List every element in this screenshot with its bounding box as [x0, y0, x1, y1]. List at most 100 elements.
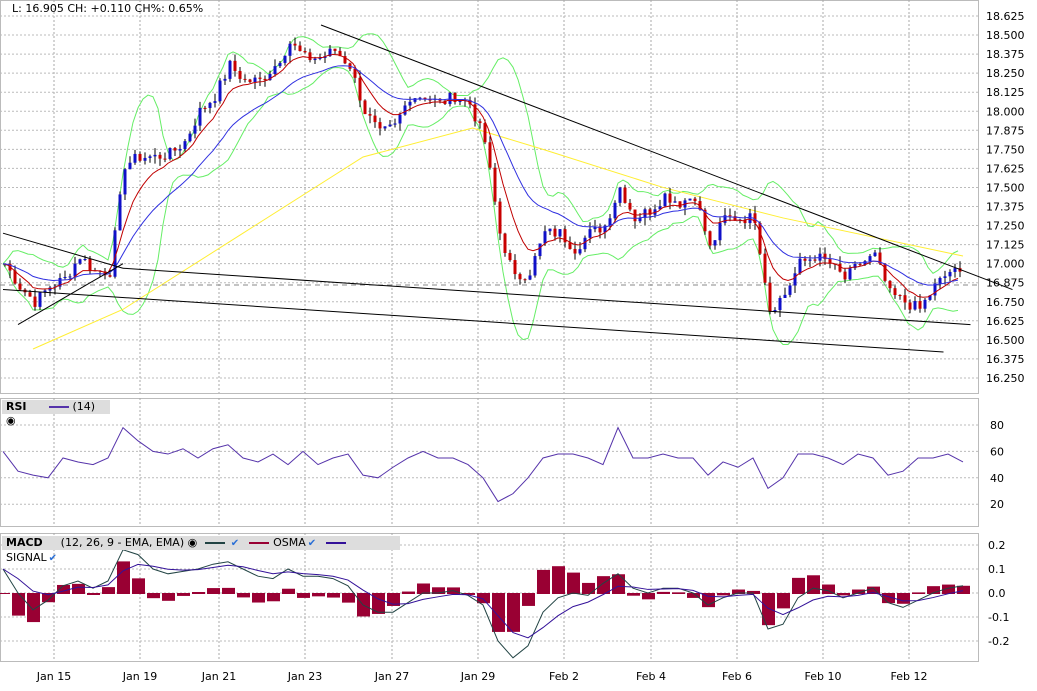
candle-body — [763, 253, 767, 283]
osma-bar — [0, 593, 10, 594]
candle-body — [63, 276, 67, 279]
candle-body — [758, 223, 762, 254]
candle-body — [38, 292, 42, 307]
x-tick-label: Jan 23 — [287, 670, 322, 683]
candle-body — [588, 229, 592, 238]
candle-body — [548, 228, 552, 232]
candle-body — [628, 202, 632, 210]
osma-bar — [207, 588, 220, 594]
candle-body — [893, 288, 897, 296]
candle-body — [168, 148, 172, 159]
settings-icon[interactable]: ◉ — [6, 414, 16, 427]
osma-bar — [282, 588, 295, 594]
osma-bar — [222, 587, 235, 594]
candle-body — [518, 274, 522, 280]
candle-body — [403, 105, 407, 115]
x-tick-label: Feb 4 — [636, 670, 666, 683]
candle-body — [578, 249, 582, 254]
y-tick-label: 18.625 — [986, 10, 1025, 23]
osma-bar — [12, 593, 25, 616]
x-tick-label: Feb 2 — [549, 670, 579, 683]
candle-body — [263, 78, 267, 81]
candle-body — [868, 256, 872, 262]
candle-body — [333, 48, 337, 51]
macd-legend: MACD (12, 26, 9 - EMA, EMA) ◉ ✔ OSMA ✔SIGNA… — [2, 536, 400, 564]
candle-body — [768, 282, 772, 312]
candle-body — [68, 276, 72, 278]
candle-body — [308, 52, 312, 61]
rsi-line — [2, 426, 964, 503]
candle-body — [673, 201, 677, 203]
signal-toggle-checkbox[interactable]: ✔ — [49, 553, 57, 564]
osma-bar — [792, 577, 805, 594]
candle-body — [363, 100, 367, 115]
rsi-label: RSI — [6, 400, 27, 413]
candle-body — [668, 193, 672, 203]
macd-tick-label: 0.0 — [988, 587, 1006, 600]
candle-body — [258, 77, 262, 79]
osma-bar — [192, 592, 205, 594]
signal-label: SIGNAL — [6, 551, 47, 564]
candle-body — [383, 126, 387, 129]
osma-bar — [27, 593, 40, 623]
osma-bar — [297, 593, 310, 598]
osma-bar — [72, 583, 85, 594]
x-tick-label: Feb 12 — [891, 670, 928, 683]
rsi-tick-label: 20 — [990, 498, 1004, 511]
candle-body — [133, 153, 137, 163]
candle-body — [198, 107, 202, 126]
trendline — [122, 267, 971, 326]
osma-bar — [522, 593, 535, 606]
osma-bar — [672, 592, 685, 594]
candle-body — [148, 156, 152, 158]
candle-body — [583, 237, 587, 250]
macd-tick-label: -0.2 — [988, 635, 1009, 648]
candle-body — [408, 101, 412, 106]
y-tick-label: 17.875 — [986, 124, 1025, 137]
candle-body — [918, 301, 922, 309]
y-tick-label: 16.625 — [986, 315, 1025, 328]
y-tick-label: 16.375 — [986, 353, 1025, 366]
candle-body — [398, 114, 402, 124]
trendline — [2, 232, 124, 269]
rsi-swatch — [48, 406, 69, 408]
candle-body — [573, 248, 577, 254]
candle-body — [783, 294, 787, 298]
candle-body — [498, 201, 502, 234]
rsi-tick-label: 80 — [990, 419, 1004, 432]
y-tick-label: 16.250 — [986, 372, 1025, 385]
macd-line — [2, 549, 964, 659]
candle-body — [503, 233, 507, 253]
candle-body — [28, 292, 32, 297]
candle-body — [203, 107, 207, 109]
x-tick-label: Jan 27 — [374, 670, 409, 683]
candle-body — [243, 78, 247, 80]
candle-body — [278, 62, 282, 67]
rsi-tick-label: 60 — [990, 445, 1004, 458]
y-tick-label: 18.375 — [986, 48, 1025, 61]
osma-bar — [837, 593, 850, 596]
osma-bar — [912, 592, 925, 594]
osma-toggle-checkbox[interactable]: ✔ — [308, 538, 316, 549]
price-readout: L: 16.905 CH: +0.110 CH%: 0.65% — [12, 2, 204, 15]
rsi-tick-label: 40 — [990, 472, 1004, 485]
osma-bar — [777, 593, 790, 609]
chart-canvas[interactable]: Jan 15 Jan 19 Jan 21 Jan 23 Jan 27 Jan 29 Feb … — [0, 0, 1037, 691]
y-tick-label: 18.250 — [986, 67, 1025, 80]
macd-toggle-checkbox[interactable]: ✔ — [231, 538, 239, 549]
candle-body — [293, 43, 297, 46]
candle-body — [478, 121, 482, 124]
macd-tick-label: 0.2 — [988, 539, 1006, 552]
candle-body — [803, 258, 807, 261]
panel-border — [0, 398, 979, 527]
candle-body — [218, 80, 222, 102]
candle-body — [678, 201, 682, 208]
osma-bar — [87, 593, 100, 595]
candle-body — [88, 259, 92, 271]
osma-bar — [612, 574, 625, 594]
candle-body — [378, 122, 382, 129]
osma-bar — [492, 593, 505, 632]
settings-icon[interactable]: ◉ — [188, 536, 198, 549]
candle-body — [688, 198, 692, 201]
candle-body — [273, 66, 277, 74]
